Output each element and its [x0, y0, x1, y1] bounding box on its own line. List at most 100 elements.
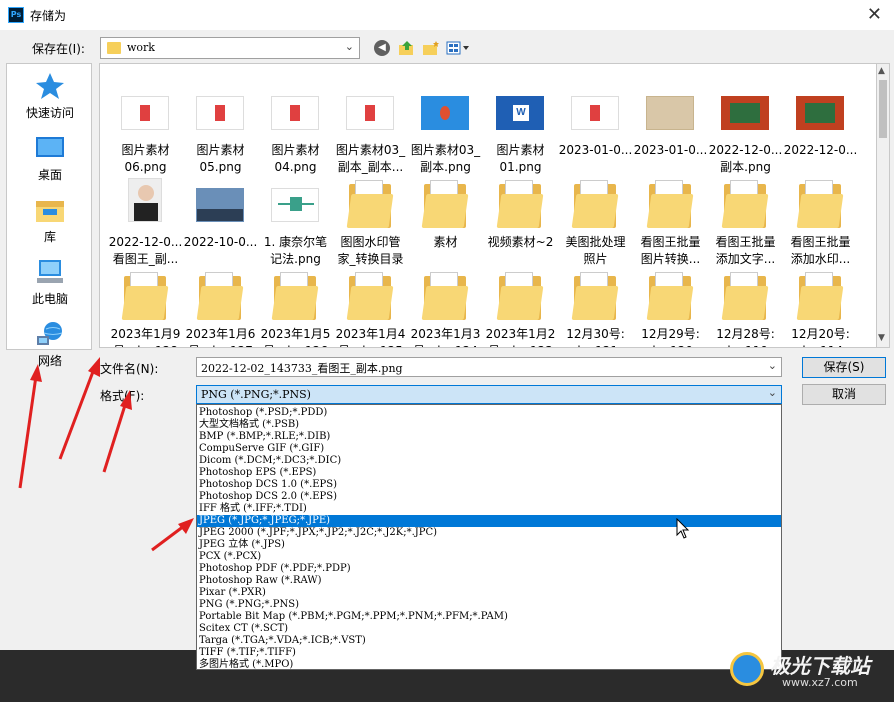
chevron-down-icon[interactable]: ⌄ — [768, 359, 777, 372]
file-name-line: 2023年1月3 — [410, 327, 481, 341]
file-name-label: 图片素材 06.png — [108, 142, 183, 176]
up-folder-icon[interactable] — [398, 40, 416, 56]
folder-icon — [641, 172, 699, 228]
format-option[interactable]: JPEG 立体 (*.JPS) — [197, 539, 781, 551]
image-thumbnail — [191, 80, 249, 136]
file-name-line: 图片素材 — [271, 143, 320, 157]
file-name-label: 视频素材~2 — [483, 234, 558, 251]
format-option[interactable]: PNG (*.PNG;*.PNS) — [197, 599, 781, 611]
file-name-label: 看图王批量 图片转换... — [633, 234, 708, 268]
save-in-label: 保存在(I): — [32, 42, 85, 56]
save-button[interactable]: 保存(S) — [802, 357, 886, 378]
format-option[interactable]: Scitex CT (*.SCT) — [197, 623, 781, 635]
file-name-label: 2023年1月5 号: day126 — [258, 326, 333, 347]
image-thumbnail — [266, 172, 324, 228]
file-name-line: 12月30号: — [566, 327, 625, 341]
file-name-line: 1. 康奈尔笔 — [263, 235, 328, 249]
file-list[interactable]: 图片素材 06.png 图片素材 05.png 图片素材 04.png 图片素材03_ 副本_… — [99, 63, 877, 348]
file-name-line: 号: day125 — [333, 343, 408, 347]
place-label: 快速访问 — [25, 106, 74, 120]
file-name-label: 12月29号: day120 — [633, 326, 708, 347]
file-name-line: day119 — [708, 343, 783, 347]
format-option[interactable]: BMP (*.BMP;*.RLE;*.DIB) — [197, 431, 781, 443]
format-option[interactable]: Dicom (*.DCM;*.DC3;*.DIC) — [197, 455, 781, 467]
folder-icon — [716, 264, 774, 320]
watermark-logo-icon — [730, 652, 764, 686]
image-thumbnail — [116, 80, 174, 136]
folder-icon — [341, 172, 399, 228]
filename-field[interactable]: 2022-12-02_143733_看图王_副本.png ⌄ — [196, 357, 782, 377]
annotation-arrow-icon — [102, 390, 132, 473]
folder-icon — [566, 264, 624, 320]
watermark-name: 极光下载站 — [770, 654, 870, 678]
format-option[interactable]: Photoshop EPS (*.EPS) — [197, 467, 781, 479]
file-name-line: 12月29号: — [641, 327, 700, 341]
scrollbar-thumb[interactable] — [879, 80, 887, 138]
places-bar: 快速访问 桌面 库 此电脑 网络 — [6, 63, 93, 368]
format-options-list[interactable]: Photoshop (*.PSD;*.PDD) 大型文档格式 (*.PSB) BMP… — [196, 404, 782, 670]
format-option[interactable]: 多图片格式 (*.MPO) — [197, 659, 781, 671]
folder-icon — [491, 264, 549, 320]
format-option[interactable]: CompuServe GIF (*.GIF) — [197, 443, 781, 455]
format-option[interactable]: Photoshop DCS 1.0 (*.EPS) — [197, 479, 781, 491]
title-bar: Ps 存储为 ✕ — [0, 0, 894, 30]
network-icon — [35, 320, 65, 348]
file-name-line: 图片素材03_ — [335, 143, 406, 157]
format-option[interactable]: JPEG 2000 (*.JPF;*.JPX;*.JP2;*.J2C;*.J2K… — [197, 527, 781, 539]
place-quick-access[interactable]: 快速访问 — [7, 72, 93, 121]
file-name-label: 图片素材03_ 副本_副本... — [333, 142, 408, 176]
folder-icon — [341, 264, 399, 320]
file-name-line: 看图王批量 — [640, 235, 701, 249]
cancel-button[interactable]: 取消 — [802, 384, 886, 405]
format-option[interactable]: Photoshop PDF (*.PDF;*.PDP) — [197, 563, 781, 575]
image-thumbnail — [116, 172, 174, 228]
file-name-label: 12月20号: day114 — [783, 326, 858, 347]
scroll-down-icon[interactable]: ▼ — [878, 333, 885, 343]
back-icon[interactable]: ◀ — [374, 40, 390, 56]
file-list-scrollbar[interactable]: ▲ ▼ — [877, 63, 890, 348]
format-option[interactable]: PCX (*.PCX) — [197, 551, 781, 563]
file-name-label: 看图王批量 添加水印... — [783, 234, 858, 268]
format-option[interactable]: Photoshop DCS 2.0 (*.EPS) — [197, 491, 781, 503]
image-thumbnail: W — [491, 80, 549, 136]
file-name-label: 12月28号: day119 — [708, 326, 783, 347]
format-option[interactable]: Targa (*.TGA;*.VDA;*.ICB;*.VST) — [197, 635, 781, 647]
file-name-label: 2023年1月6 号: day127 — [183, 326, 258, 347]
file-name-line: 2023-01-0... — [633, 143, 708, 157]
format-option[interactable]: Portable Bit Map (*.PBM;*.PGM;*.PPM;*.PN… — [197, 611, 781, 623]
format-option[interactable]: Pixar (*.PXR) — [197, 587, 781, 599]
folder-icon — [416, 172, 474, 228]
format-option[interactable]: JPEG (*.JPG;*.JPEG;*.JPE) — [197, 515, 781, 527]
image-thumbnail — [416, 80, 474, 136]
folder-icon — [716, 172, 774, 228]
file-name-line: 图片素材 — [196, 143, 245, 157]
place-library[interactable]: 库 — [7, 196, 93, 245]
file-name-label: 2023年1月9 号: day128 — [108, 326, 183, 347]
folder-icon — [491, 172, 549, 228]
file-name-label: 2022-12-0... 副本.png — [708, 142, 783, 176]
place-label: 库 — [43, 230, 56, 244]
format-option[interactable]: TIFF (*.TIF;*.TIFF) — [197, 647, 781, 659]
file-name-label: 2023-01-0... — [558, 142, 633, 159]
place-label: 此电脑 — [31, 292, 68, 306]
save-in-dropdown[interactable]: work ⌄ — [100, 37, 360, 59]
view-menu-icon[interactable] — [446, 40, 470, 56]
file-name-line: 2022-12-0... — [108, 235, 183, 249]
format-option[interactable]: Photoshop Raw (*.RAW) — [197, 575, 781, 587]
place-desktop[interactable]: 桌面 — [7, 134, 93, 183]
annotation-arrow-icon — [151, 518, 194, 552]
scroll-up-icon[interactable]: ▲ — [878, 66, 885, 76]
format-option[interactable]: IFF 格式 (*.IFF;*.TDI) — [197, 503, 781, 515]
close-icon[interactable]: ✕ — [867, 4, 882, 25]
place-this-pc[interactable]: 此电脑 — [7, 258, 93, 307]
chevron-down-icon: ⌄ — [344, 40, 354, 53]
file-name-label: 2022-10-0... — [183, 234, 258, 251]
format-option[interactable]: 大型文档格式 (*.PSB) — [197, 419, 781, 431]
new-folder-icon[interactable] — [422, 40, 440, 56]
folder-icon — [566, 172, 624, 228]
format-option[interactable]: Photoshop (*.PSD;*.PDD) — [197, 407, 781, 419]
file-name-line: 看图王批量 — [715, 235, 776, 249]
annotation-arrow-icon — [58, 357, 100, 460]
format-dropdown[interactable]: PNG (*.PNG;*.PNS) ⌄ — [196, 385, 782, 404]
window-title: 存储为 — [30, 9, 67, 23]
